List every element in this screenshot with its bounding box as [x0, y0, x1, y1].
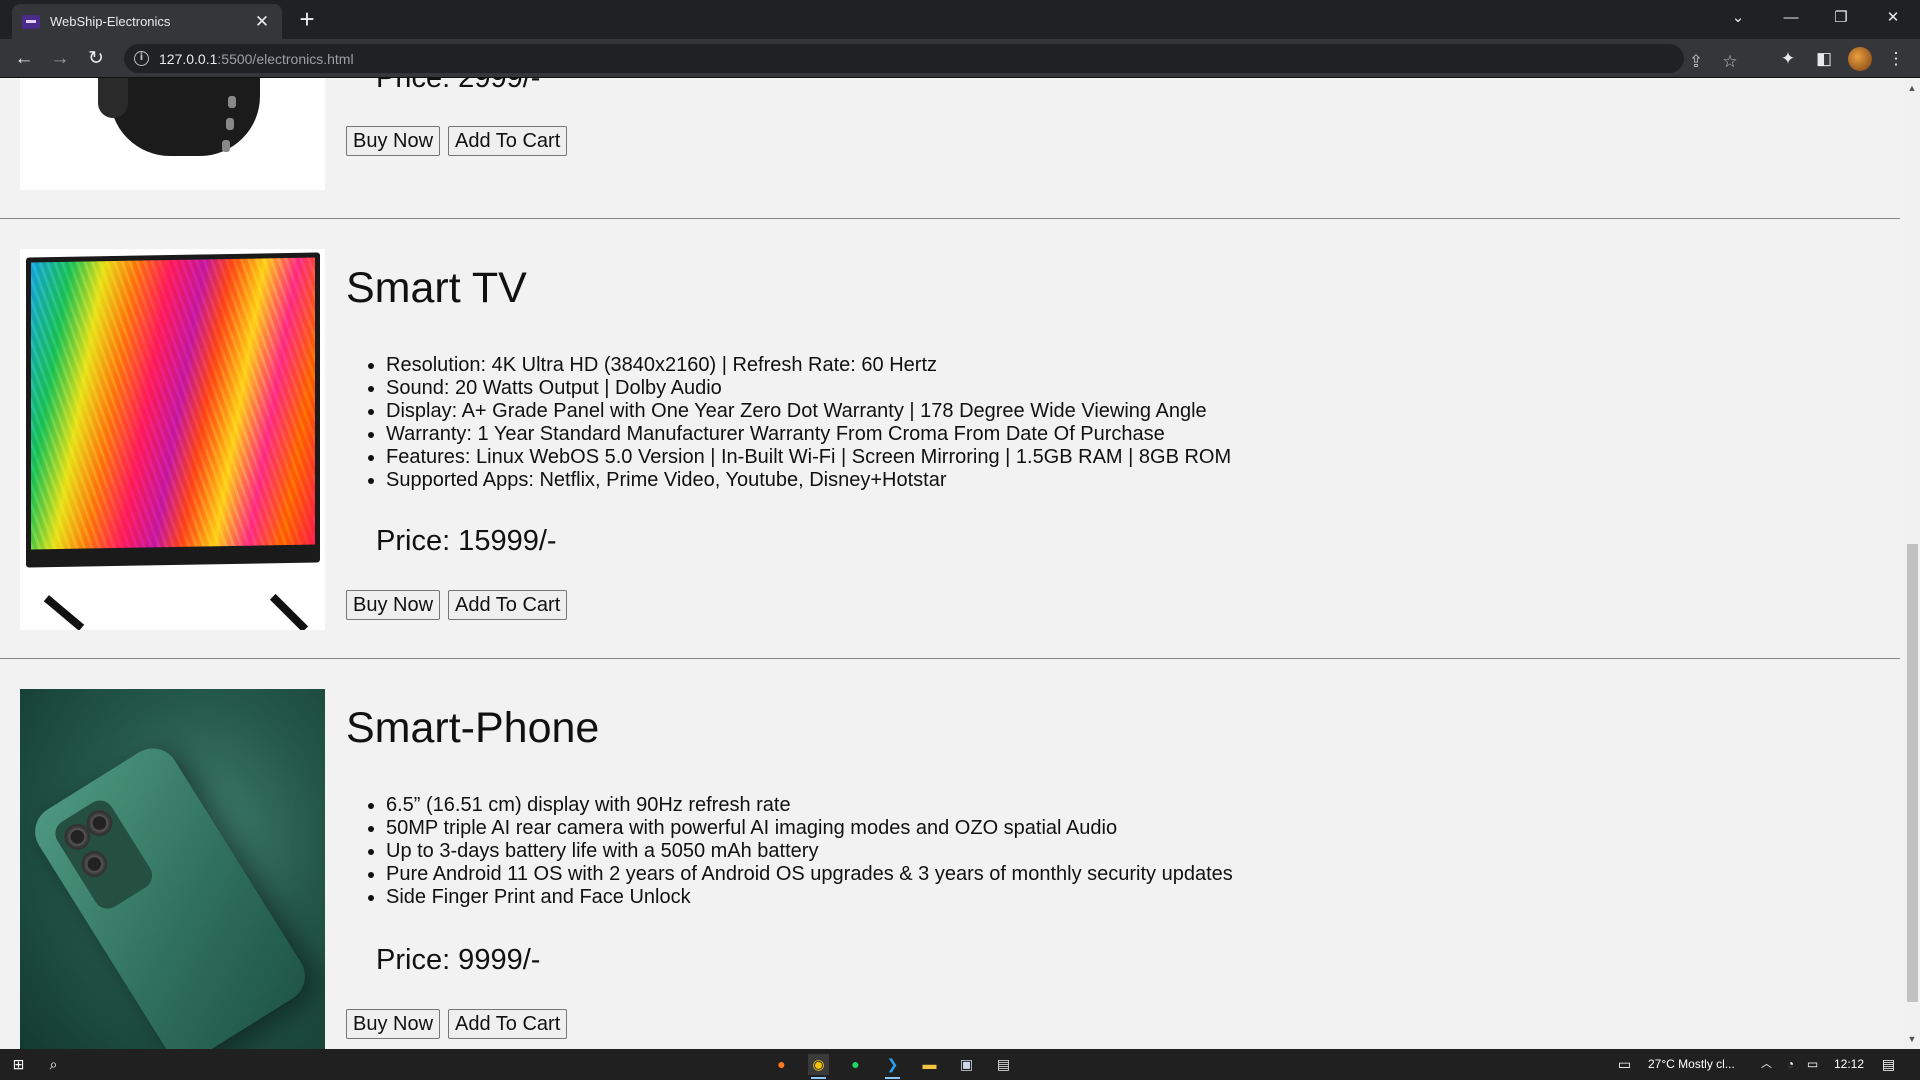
page-viewport: Price: 2999/- Buy Now Add To Cart Smart … [0, 78, 1904, 1049]
notifications-icon[interactable]: ▤ [1878, 1054, 1899, 1075]
chrome-icon[interactable]: ◉ [808, 1054, 829, 1079]
watch-price: Price: 2999/- [376, 78, 541, 94]
smart-tv-image [20, 249, 325, 630]
smart-tv-title: Smart TV [346, 264, 527, 312]
feature-item: 6.5” (16.51 cm) display with 90Hz refres… [386, 794, 1233, 817]
smart-phone-buy-now-button[interactable]: Buy Now [346, 1009, 441, 1039]
smart-phone-title: Smart-Phone [346, 704, 600, 752]
smart-tv-features: Resolution: 4K Ultra HD (3840x2160) | Re… [386, 354, 1231, 492]
tab-title: WebShip-Electronics [50, 14, 171, 29]
weather-text[interactable]: 27°C Mostly cl... [1648, 1057, 1735, 1071]
close-window-button[interactable]: ✕ [1870, 0, 1916, 34]
feature-item: Up to 3-days battery life with a 5050 mA… [386, 840, 1233, 863]
site-info-icon[interactable]: i [134, 51, 149, 66]
restore-button[interactable]: ❐ [1818, 0, 1864, 34]
watch-case-art [98, 78, 128, 118]
battery-icon[interactable]: ▭ [1802, 1054, 1823, 1075]
new-tab-button[interactable]: + [293, 6, 321, 32]
product-divider [0, 218, 1900, 219]
watch-image [20, 78, 325, 190]
taskbar-search-icon[interactable]: ⌕ [43, 1054, 64, 1075]
scroll-up-arrow-icon[interactable]: ▲ [1904, 80, 1920, 96]
url-path: :5500/electronics.html [217, 50, 354, 67]
address-bar[interactable]: i 127.0.0.1:5500/electronics.html ⇪ ☆ [124, 44, 1738, 73]
extensions-puzzle-icon[interactable]: ✦ [1776, 47, 1800, 71]
browser-toolbar: ← → ↻ i 127.0.0.1:5500/electronics.html … [0, 39, 1920, 78]
feature-item: Supported Apps: Netflix, Prime Video, Yo… [386, 469, 1231, 492]
smart-phone-features: 6.5” (16.51 cm) display with 90Hz refres… [386, 794, 1233, 909]
taskbar-app-icon[interactable]: ▤ [993, 1054, 1014, 1075]
file-explorer-icon[interactable]: ▬ [919, 1054, 940, 1075]
watch-band-hole [222, 140, 230, 152]
scroll-down-arrow-icon[interactable]: ▼ [1904, 1031, 1920, 1047]
tv-stand-left [43, 595, 85, 630]
tv-stand-right [269, 593, 309, 630]
windows-start-icon[interactable]: ⊞ [8, 1054, 29, 1075]
tab-strip: WebShip-Electronics ✕ + ⌄ — ❐ ✕ [0, 0, 1920, 39]
minimize-button[interactable]: — [1768, 0, 1814, 34]
spotify-icon[interactable]: ● [845, 1054, 866, 1075]
back-button[interactable]: ← [12, 47, 36, 71]
tv-frame-art [26, 252, 320, 568]
watch-band-hole [228, 96, 236, 108]
profile-avatar[interactable] [1848, 47, 1872, 71]
side-panel-icon[interactable]: ◧ [1812, 47, 1836, 71]
feature-item: Features: Linux WebOS 5.0 Version | In-B… [386, 446, 1231, 469]
feature-item: Side Finger Print and Face Unlock [386, 886, 1233, 909]
feature-item: 50MP triple AI rear camera with powerful… [386, 817, 1233, 840]
smart-tv-price: Price: 15999/- [376, 525, 557, 557]
feature-item: Sound: 20 Watts Output | Dolby Audio [386, 377, 1231, 400]
taskbar-app-icon[interactable]: ▣ [956, 1054, 977, 1075]
scrollbar-thumb[interactable] [1907, 544, 1918, 1002]
watch-add-to-cart-button[interactable]: Add To Cart [448, 126, 568, 156]
smart-tv-buy-now-button[interactable]: Buy Now [346, 590, 441, 620]
feature-item: Resolution: 4K Ultra HD (3840x2160) | Re… [386, 354, 1231, 377]
smart-phone-image [20, 689, 325, 1049]
site-favicon-icon [22, 14, 40, 29]
share-icon[interactable]: ⇪ [1684, 52, 1708, 72]
clock-text[interactable]: 12:12 [1834, 1057, 1864, 1071]
bookmark-star-icon[interactable]: ☆ [1718, 52, 1742, 72]
firefox-icon[interactable]: ● [771, 1054, 792, 1075]
tv-screen-art [31, 257, 315, 550]
forward-button[interactable]: → [48, 47, 72, 71]
wifi-icon[interactable]: ◔ [1780, 1054, 1801, 1075]
close-tab-icon[interactable]: ✕ [252, 12, 272, 32]
camera-lens-icon [76, 846, 113, 882]
tray-chevron-icon[interactable]: ︿ [1756, 1054, 1777, 1075]
watch-band-art [110, 78, 260, 156]
product-divider [0, 658, 1900, 659]
reload-button[interactable]: ↻ [84, 47, 108, 71]
smart-tv-add-to-cart-button[interactable]: Add To Cart [448, 590, 568, 620]
feature-item: Display: A+ Grade Panel with One Year Ze… [386, 400, 1231, 423]
watch-band-hole [226, 118, 234, 130]
url-text: 127.0.0.1:5500/electronics.html [159, 51, 354, 67]
weather-icon[interactable]: ▭ [1614, 1054, 1635, 1075]
watch-buy-now-button[interactable]: Buy Now [346, 126, 441, 156]
browser-tab[interactable]: WebShip-Electronics ✕ [12, 4, 282, 39]
url-host: 127.0.0.1 [159, 50, 218, 67]
smart-phone-add-to-cart-button[interactable]: Add To Cart [448, 1009, 568, 1039]
smart-phone-price: Price: 9999/- [376, 944, 541, 976]
tab-search-chevron-icon[interactable]: ⌄ [1715, 0, 1761, 34]
feature-item: Warranty: 1 Year Standard Manufacturer W… [386, 423, 1231, 446]
windows-taskbar: ⊞ ⌕ ● ◉ ● ❯ ▬ ▣ ▤ ▭ 27°C Mostly cl... ︿ … [0, 1049, 1920, 1080]
vscode-icon[interactable]: ❯ [882, 1054, 903, 1079]
menu-kebab-icon[interactable]: ⋮ [1884, 47, 1908, 71]
feature-item: Pure Android 11 OS with 2 years of Andro… [386, 863, 1233, 886]
page-scrollbar[interactable]: ▲ ▼ [1904, 78, 1920, 1049]
